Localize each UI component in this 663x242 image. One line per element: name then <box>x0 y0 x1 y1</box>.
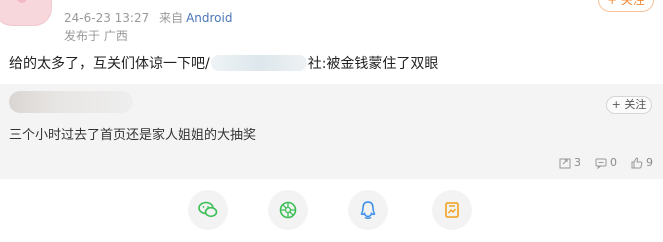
repost-icon <box>559 158 571 168</box>
post-date: 24-6-23 13:27 <box>64 11 150 25</box>
qq-icon <box>360 201 376 219</box>
post-text-after: 社:被金钱蒙住了双眼 <box>307 56 439 72</box>
repost-count: 3 <box>574 156 581 169</box>
share-poster-button[interactable] <box>432 190 472 230</box>
post-source-platform[interactable]: Android <box>186 11 232 25</box>
share-bar <box>0 188 663 234</box>
post-meta: 24-6-23 13:27 来自 Android <box>64 9 232 26</box>
poster-icon <box>445 202 459 218</box>
like-stat[interactable]: 9 <box>631 156 653 169</box>
moments-icon <box>279 201 297 219</box>
repost-stats: 3 0 9 <box>559 156 653 169</box>
redacted-mention <box>210 55 307 71</box>
repost-card[interactable]: + 关注 三个小时过去了首页还是家人姐姐的大抽奖 3 0 9 <box>0 84 663 179</box>
comment-count: 0 <box>610 156 617 169</box>
share-qq-button[interactable] <box>348 190 388 230</box>
repost-stat[interactable]: 3 <box>559 156 581 169</box>
comment-stat[interactable]: 0 <box>595 156 617 169</box>
avatar-decoration <box>17 0 27 3</box>
post-text-before: 给的太多了，互关们体谅一下吧/ <box>9 56 210 72</box>
repost-text: 三个小时过去了首页还是家人姐姐的大抽奖 <box>9 128 257 143</box>
comment-icon <box>595 158 607 169</box>
wechat-icon <box>198 201 218 218</box>
post-text: 给的太多了，互关们体谅一下吧/ 社:被金钱蒙住了双眼 <box>9 53 438 73</box>
post-location: 发布于 广西 <box>64 29 128 43</box>
post-source-prefix: 来自 <box>159 11 184 25</box>
share-wechat-button[interactable] <box>188 190 228 230</box>
like-icon <box>631 156 643 168</box>
repost-follow-button[interactable]: + 关注 <box>606 96 652 114</box>
like-count: 9 <box>646 156 653 169</box>
follow-button[interactable]: + 关注 <box>598 0 654 12</box>
redacted-username <box>9 91 133 113</box>
share-moments-button[interactable] <box>268 190 308 230</box>
avatar[interactable] <box>0 0 52 26</box>
